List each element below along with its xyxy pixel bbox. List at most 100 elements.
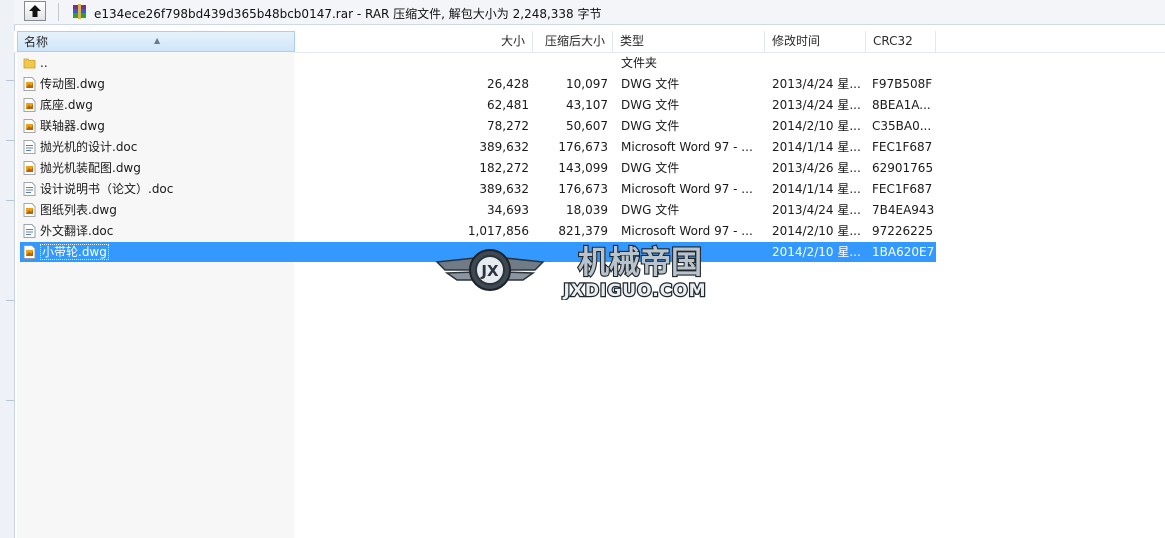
file-crc: 97226225 — [872, 224, 934, 238]
file-row[interactable]: 抛光机装配图.dwg 182,272 143,099 DWG 文件 2013/4… — [17, 158, 1165, 179]
file-type: Microsoft Word 97 - ... — [621, 182, 753, 196]
file-name-cell: 抛光机装配图.dwg — [21, 158, 291, 179]
file-name: 底座.dwg — [40, 98, 93, 112]
file-row[interactable]: 底座.dwg 62,481 43,107 DWG 文件 2013/4/24 星.… — [17, 95, 1165, 116]
file-row[interactable]: 设计说明书（论文）.doc 389,632 176,673 Microsoft … — [17, 179, 1165, 200]
column-header-packed[interactable]: 压缩后大小 — [533, 31, 613, 52]
file-crc: 8BEA1A... — [872, 98, 931, 112]
file-packed-size: 18,039 — [566, 203, 608, 217]
file-modified: 2013/4/24 星... — [772, 77, 861, 91]
file-row[interactable]: 图纸列表.dwg 34,693 18,039 DWG 文件 2013/4/24 … — [17, 200, 1165, 221]
file-type: DWG 文件 — [621, 161, 680, 175]
file-name: 设计说明书（论文）.doc — [40, 182, 174, 196]
file-modified: 2014/2/10 星... — [772, 119, 861, 133]
file-crc: 7B4EA943 — [872, 203, 935, 217]
file-modified: 2014/2/10 星... — [772, 245, 861, 259]
doc-file-icon — [23, 139, 36, 154]
file-modified: 2013/4/26 星... — [772, 161, 861, 175]
file-size: 62,481 — [487, 98, 529, 112]
file-name-cell: 图纸列表.dwg — [21, 200, 291, 221]
site-watermark-logo: JX 机械帝国 JXDIGUO.COM — [435, 244, 707, 300]
dwg-file-icon — [23, 202, 36, 217]
file-name-cell: 外文翻译.doc — [21, 221, 291, 242]
column-header-name-label: 名称 — [24, 35, 49, 49]
column-header-name[interactable]: 名称 ▲ — [17, 31, 295, 52]
file-row[interactable]: 传动图.dwg 26,428 10,097 DWG 文件 2013/4/24 星… — [17, 74, 1165, 95]
file-name: 抛光机的设计.doc — [40, 140, 138, 154]
rar-archive-icon — [73, 4, 86, 19]
column-header-type[interactable]: 类型 — [613, 31, 765, 52]
address-separator — [58, 3, 59, 21]
file-crc: C35BA0... — [872, 119, 932, 133]
dwg-file-icon — [23, 118, 36, 133]
file-crc — [872, 53, 942, 74]
file-row[interactable]: 抛光机的设计.doc 389,632 176,673 Microsoft Wor… — [17, 137, 1165, 158]
file-type: Microsoft Word 97 - ... — [621, 224, 753, 238]
file-type: DWG 文件 — [621, 77, 680, 91]
file-packed-size — [535, 53, 608, 74]
file-row-parent[interactable]: .. 文件夹 — [17, 53, 1165, 74]
file-modified: 2014/2/10 星... — [772, 224, 861, 238]
file-size: 1,017,856 — [467, 224, 529, 238]
winged-gear-emblem-icon: JX — [435, 249, 545, 291]
file-name: 抛光机装配图.dwg — [40, 161, 141, 175]
file-size: 182,272 — [479, 161, 529, 175]
file-crc: FEC1F687 — [872, 182, 933, 196]
column-header-crc[interactable]: CRC32 — [866, 31, 936, 52]
left-pane-edge — [0, 0, 15, 538]
file-packed-size: 50,607 — [566, 119, 608, 133]
file-type: DWG 文件 — [621, 203, 680, 217]
file-row[interactable]: 联轴器.dwg 78,272 50,607 DWG 文件 2014/2/10 星… — [17, 116, 1165, 137]
file-packed-size: 10,097 — [566, 77, 608, 91]
tree-tick — [6, 80, 14, 81]
file-name-cell: 抛光机的设计.doc — [21, 137, 291, 158]
file-name: 小带轮.dwg — [40, 244, 109, 260]
watermark-badge: JX — [480, 262, 499, 280]
file-type: 文件夹 — [621, 56, 658, 70]
doc-file-icon — [23, 223, 36, 238]
column-header-modified[interactable]: 修改时间 — [765, 31, 866, 52]
tree-tick — [6, 400, 14, 401]
file-name: 图纸列表.dwg — [40, 203, 117, 217]
file-modified: 2014/1/14 星... — [772, 182, 861, 196]
file-packed-size: 821,379 — [558, 224, 608, 238]
watermark-title: 机械帝国 — [578, 245, 702, 281]
file-name: 外文翻译.doc — [40, 224, 114, 238]
arrow-up-icon — [29, 5, 41, 17]
file-size: 26,428 — [487, 77, 529, 91]
file-modified: 2013/4/24 星... — [772, 98, 861, 112]
file-size: 78,272 — [487, 119, 529, 133]
file-packed-size: 176,673 — [558, 182, 608, 196]
dwg-file-icon — [23, 244, 36, 259]
dwg-file-icon — [23, 97, 36, 112]
doc-file-icon — [23, 181, 36, 196]
tree-tick — [6, 200, 14, 201]
tree-tick — [6, 300, 14, 301]
file-crc: 62901765 — [872, 161, 934, 175]
watermark-url: JXDIGUO.COM — [562, 281, 706, 300]
file-name-cell: 传动图.dwg — [21, 74, 291, 95]
column-header-size[interactable]: 大小 — [295, 31, 533, 52]
file-name-cell: 设计说明书（论文）.doc — [21, 179, 291, 200]
file-crc: F97B508F — [872, 77, 933, 91]
file-packed-size: 176,673 — [558, 140, 608, 154]
file-modified: 2013/4/24 星... — [772, 203, 861, 217]
file-packed-size: 143,099 — [558, 161, 608, 175]
file-size: 389,632 — [479, 182, 529, 196]
file-crc: 1BA620E7 — [872, 245, 935, 259]
file-size: 389,632 — [479, 140, 529, 154]
file-crc: FEC1F687 — [872, 140, 933, 154]
file-type: DWG 文件 — [621, 119, 680, 133]
file-list: .. 文件夹 传动图.dwg 26,428 10,097 DWG 文件 2013… — [17, 53, 1165, 263]
file-name: .. — [40, 56, 48, 70]
file-name-cell: 底座.dwg — [21, 95, 291, 116]
column-header-row: 名称 ▲ 大小 压缩后大小 类型 修改时间 CRC32 — [14, 31, 1165, 53]
file-modified — [772, 53, 866, 74]
file-name: 传动图.dwg — [40, 77, 105, 91]
file-size — [300, 53, 529, 74]
archive-path-title: e134ece26f798bd439d365b48bcb0147.rar - R… — [94, 7, 602, 21]
file-size: 34,693 — [487, 203, 529, 217]
file-row[interactable]: 外文翻译.doc 1,017,856 821,379 Microsoft Wor… — [17, 221, 1165, 242]
up-one-level-button[interactable] — [24, 1, 46, 21]
folder-up-icon — [23, 58, 36, 68]
